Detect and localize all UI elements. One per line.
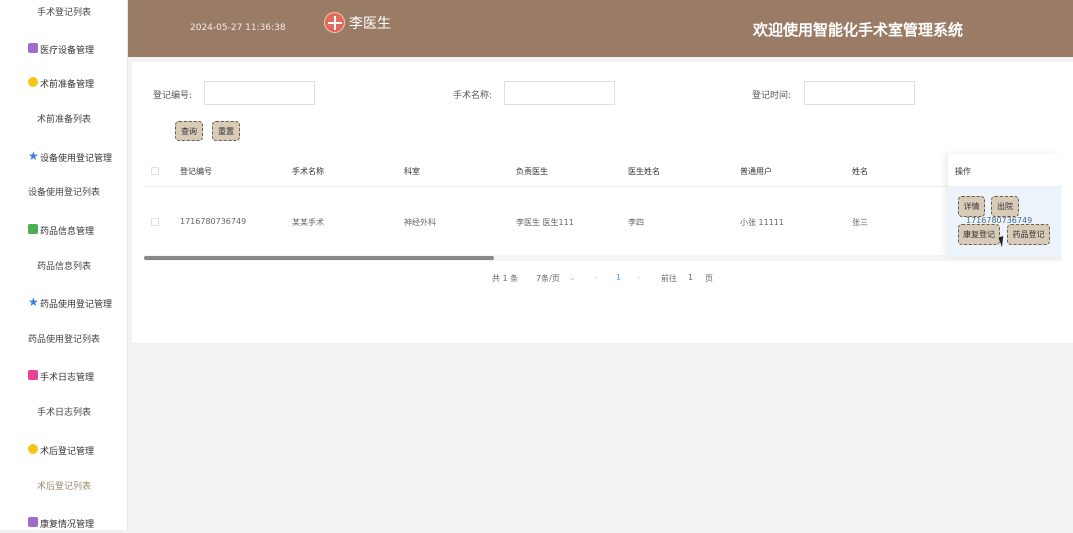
reg-time-label: 登记时间: [752,91,792,101]
doc-icon [28,370,38,380]
goto-input[interactable]: 1 [688,273,693,282]
sidebar-item-label: 药品信息管理 [40,226,95,237]
medical-cross-icon [324,12,345,33]
chat-icon [28,224,38,234]
cell-doctor: 李医生 医生111 [516,218,574,227]
sidebar-item-surgery-log[interactable]: 手术日志管理 [0,366,128,386]
sidebar-item-label: 术后登记列表 [36,481,91,492]
welcome-title: 欢迎使用智能化手术室管理系统 [753,21,964,39]
star-icon: ★ [28,295,39,309]
sidebar-item-label: 设备使用登记管理 [40,153,113,164]
operations-header: 操作 [948,154,1061,185]
pagination-total: 共 1 条 [492,274,519,283]
surgery-name-input[interactable] [504,81,615,105]
horizontal-scrollbar-thumb[interactable] [144,256,494,260]
tooltip-text: 1716780736749 [966,216,1033,225]
sidebar-item-drug-usage-list[interactable]: 药品使用登记列表 [0,328,128,348]
sidebar-item-rehab[interactable]: 康复情况管理 [0,513,128,533]
sidebar-item-label: 术后登记管理 [40,446,95,457]
sidebar-item-surgery-list[interactable]: 手术登记列表 [0,1,128,21]
column-header: 登记编号 [180,167,212,176]
column-header: 医生姓名 [628,167,660,176]
box-icon [28,43,38,53]
page-size-select[interactable]: 7条/页 [536,273,560,284]
row-checkbox[interactable] [151,218,159,226]
sidebar-item-equipment-usage-list[interactable]: 设备使用登记列表 [0,181,128,201]
column-header: 手术名称 [292,167,324,176]
sidebar-item-postop[interactable]: 术后登记管理 [0,440,128,460]
smile-icon [28,77,38,87]
header-divider [144,186,1062,187]
surgery-name-label: 手术名称: [453,91,493,101]
sidebar-item-label: 康复情况管理 [40,519,95,530]
cell-doctor-name: 李四 [628,218,644,227]
current-datetime: 2024-05-27 11:36:38 [190,23,286,33]
column-header: 普通用户 [740,167,772,176]
reg-time-input[interactable] [804,81,915,105]
sidebar-item-drug-info[interactable]: 药品信息管理 [0,220,128,240]
drug-register-button[interactable]: 药品登记 [1007,224,1050,245]
star-icon: ★ [28,149,39,163]
rehab-register-button[interactable]: 康复登记 [958,224,1000,245]
page-unit: 页 [705,274,713,283]
reset-button[interactable]: 重置 [212,121,240,141]
goto-label: 前往 [661,274,677,283]
column-header: 负责医生 [516,167,548,176]
sidebar-item-label: 设备使用登记列表 [27,187,100,198]
sidebar-item-label: 手术日志列表 [36,407,91,418]
sidebar-item-label: 术前准备列表 [36,114,91,125]
prev-page-icon[interactable]: ‹ [594,273,597,282]
reg-no-input[interactable] [204,81,315,105]
sidebar-item-preop-list[interactable]: 术前准备列表 [0,108,128,128]
discharge-button[interactable]: 出院 [991,196,1019,217]
sidebar-item-label: 药品使用登记管理 [40,299,113,310]
chevron-down-icon[interactable]: ⌄ [569,273,576,282]
box-icon [28,517,38,527]
reg-no-label: 登记编号: [153,91,193,101]
cell-reg-no: 1716780736749 [180,217,247,226]
sidebar-item-label: 手术日志管理 [40,372,95,383]
detail-button[interactable]: 详情 [958,196,985,217]
cell-name: 张三 [852,218,868,227]
column-header: 操作 [955,167,971,176]
column-header: 姓名 [852,167,868,176]
sidebar-item-surgery-log-list[interactable]: 手术日志列表 [0,401,128,421]
cell-user: 小张 11111 [740,218,784,227]
top-header: 2024-05-27 11:36:38 李医生 欢迎使用智能化手术室管理系统 [128,0,1073,57]
current-page[interactable]: 1 [616,273,621,282]
query-button[interactable]: 查询 [175,121,203,141]
smile-icon [28,444,38,454]
sidebar-item-postop-list[interactable]: 术后登记列表 [0,475,128,495]
sidebar-item-equipment-usage[interactable]: ★ 设备使用登记管理 [0,147,128,167]
sidebar-item-medical-equipment[interactable]: 医疗设备管理 [0,39,128,59]
sidebar-item-drug-usage[interactable]: ★ 药品使用登记管理 [0,293,128,313]
sidebar-item-label: 药品信息列表 [36,261,91,272]
sidebar-item-label: 医疗设备管理 [40,45,95,56]
main-panel: 登记编号: 手术名称: 登记时间: 查询 重置 登记编号 手术名称 科室 负责医… [132,62,1073,343]
sidebar-item-label: 术前准备管理 [40,79,95,90]
sidebar-item-label: 药品使用登记列表 [27,334,100,345]
sidebar-item-label: 手术登记列表 [36,7,91,18]
next-page-icon[interactable]: › [637,273,640,282]
sidebar-item-drug-info-list[interactable]: 药品信息列表 [0,255,128,275]
username[interactable]: 李医生 [349,13,391,33]
select-all-checkbox[interactable] [151,167,159,175]
sidebar: 手术登记列表 医疗设备管理 术前准备管理 术前准备列表 ★ 设备使用登记管理 设备… [0,0,128,530]
column-header: 科室 [404,167,420,176]
sidebar-item-preop[interactable]: 术前准备管理 [0,73,128,93]
cell-department: 神经外科 [404,218,436,227]
cell-surgery-name: 某某手术 [292,218,324,227]
